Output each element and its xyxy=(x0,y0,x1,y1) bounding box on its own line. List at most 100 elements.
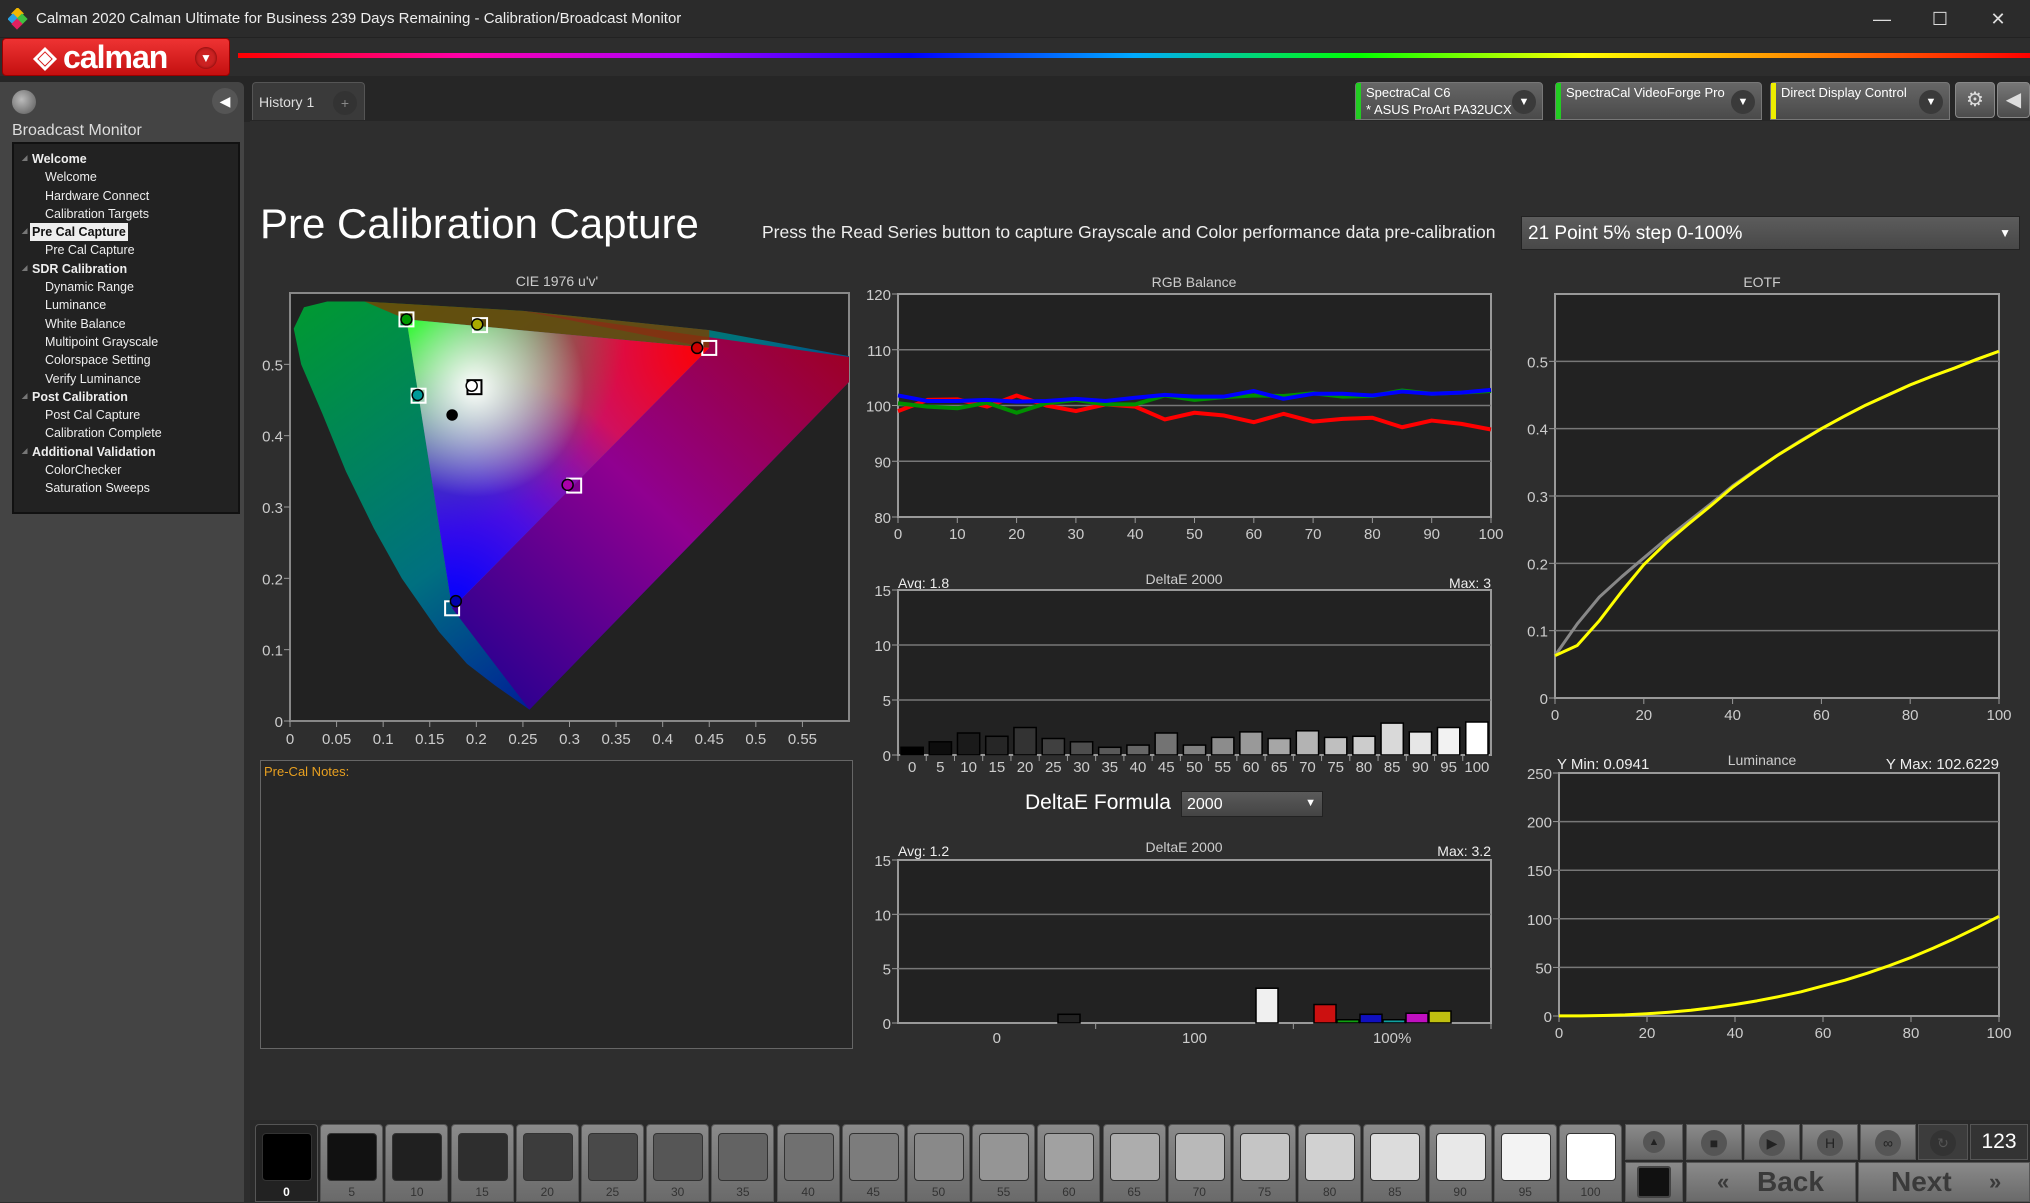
de2-avg: Avg: 1.2 xyxy=(898,843,949,859)
measured-point-magenta xyxy=(561,478,574,492)
cie-chart: CIE 1976 u'v' 0 0.1 0.2 0.3 0.4 0.5 0 0.05 0.1 0.… xyxy=(262,273,850,748)
back-button[interactable]: « Back xyxy=(1686,1162,1856,1202)
patch-button-65[interactable]: 65 xyxy=(1102,1124,1166,1202)
x-tick-label: 70 xyxy=(1299,759,1316,776)
patch-button-5[interactable]: 5 xyxy=(320,1124,384,1202)
patch-button-45[interactable]: 45 xyxy=(841,1124,905,1202)
x-tick-label: 60 xyxy=(1815,1025,1832,1042)
patch-button-15[interactable]: 15 xyxy=(450,1124,514,1202)
y-tick-label: 5 xyxy=(883,962,891,979)
patch-button-20[interactable]: 20 xyxy=(515,1124,579,1202)
x-tick-label: 80 xyxy=(1903,1025,1920,1042)
patch-button-90[interactable]: 90 xyxy=(1428,1124,1492,1202)
double-chevron-right-icon: » xyxy=(1989,1169,2002,1194)
numeric-entry-button[interactable]: 123 xyxy=(1970,1124,2028,1160)
continuous-read-button[interactable]: ∞ xyxy=(1860,1124,1916,1160)
arrow-up-icon: ▲ xyxy=(1643,1131,1665,1153)
patch-button-0[interactable]: 0 xyxy=(255,1124,318,1202)
patch-button-50[interactable]: 50 xyxy=(907,1124,970,1202)
x-tick-label: 30 xyxy=(1068,526,1085,543)
x-tick-label: 20 xyxy=(1639,1025,1656,1042)
x-tick-label: 95 xyxy=(1440,759,1457,776)
lum-title: Luminance xyxy=(1728,752,1797,768)
gray-swatch xyxy=(262,1133,312,1181)
deltae-bar-100 xyxy=(1465,721,1489,756)
infinity-icon: ∞ xyxy=(1875,1130,1901,1156)
y-tick-label: 0 xyxy=(275,714,283,731)
gray-swatch xyxy=(1109,1133,1160,1181)
patch-button-95[interactable]: 95 xyxy=(1493,1124,1557,1202)
x-tick-label: 0 xyxy=(286,731,294,748)
patch-label: 0 xyxy=(283,1185,290,1199)
deltae-bar-75 xyxy=(1323,736,1348,756)
y-tick-label: 0 xyxy=(883,748,891,765)
x-tick-label: 0.15 xyxy=(415,731,444,748)
x-tick-label: 0.35 xyxy=(601,731,630,748)
gray-swatch xyxy=(848,1133,899,1181)
patch-button-40[interactable]: 40 xyxy=(776,1124,840,1202)
patch-button-80[interactable]: 80 xyxy=(1298,1124,1362,1202)
stop-icon: ■ xyxy=(1701,1130,1727,1156)
patch-label: 20 xyxy=(540,1185,554,1199)
x-tick-label: 50 xyxy=(1186,759,1203,776)
y-tick-label: 0.1 xyxy=(1527,624,1548,641)
patch-button-55[interactable]: 55 xyxy=(972,1124,1036,1202)
hold-button[interactable]: H xyxy=(1802,1124,1858,1160)
gray-swatch xyxy=(718,1133,769,1181)
patch-label: 30 xyxy=(671,1185,685,1199)
charts-layer: CIE 1976 u'v' 0 0.1 0.2 0.3 0.4 0.5 0 0.05 0.1 0.… xyxy=(262,273,2011,1047)
de1-avg: Avg: 1.8 xyxy=(898,575,949,591)
next-button[interactable]: Next » xyxy=(1858,1162,2030,1202)
patch-button-35[interactable]: 35 xyxy=(711,1124,775,1202)
x-tick-label: 0 xyxy=(1551,707,1559,724)
patch-button-100[interactable]: 100 xyxy=(1559,1124,1622,1202)
patch-button-10[interactable]: 10 xyxy=(385,1124,449,1202)
refresh-button[interactable]: ↻ xyxy=(1918,1124,1968,1160)
patch-button-30[interactable]: 30 xyxy=(646,1124,710,1202)
y-tick-label: 0.5 xyxy=(262,357,283,374)
eotf-title: EOTF xyxy=(1743,274,1780,290)
plot-area xyxy=(1558,772,2000,1017)
black-swatch-icon xyxy=(1637,1166,1671,1198)
black-patch-button[interactable] xyxy=(1625,1162,1683,1202)
y-tick-label: 250 xyxy=(1527,766,1552,783)
deltae-bar-20 xyxy=(1013,726,1037,756)
y-tick-label: 50 xyxy=(1535,960,1552,977)
deltae-bar-red xyxy=(1313,1003,1337,1024)
deltae-bar-85 xyxy=(1380,722,1405,756)
read-series-button[interactable]: ▶ xyxy=(1744,1124,1800,1160)
patch-button-25[interactable]: 25 xyxy=(581,1124,644,1202)
x-tick-label: 0.2 xyxy=(466,731,487,748)
x-tick-label: 80 xyxy=(1364,526,1381,543)
deltae-bar-10 xyxy=(956,732,981,756)
patch-button-70[interactable]: 70 xyxy=(1167,1124,1231,1202)
x-tick-label: 5 xyxy=(936,759,944,776)
y-tick-label: 200 xyxy=(1527,815,1552,832)
patch-button-60[interactable]: 60 xyxy=(1037,1124,1101,1202)
plot-area xyxy=(897,859,1492,1024)
gray-swatch xyxy=(1044,1133,1095,1181)
x-tick-label: 100 xyxy=(1182,1030,1207,1047)
y-tick-label: 120 xyxy=(866,287,891,304)
x-tick-label: 0.4 xyxy=(652,731,673,748)
y-tick-label: 100 xyxy=(1527,912,1552,929)
patch-label: 10 xyxy=(410,1185,424,1199)
de1-max: Max: 3 xyxy=(1449,575,1491,591)
deltae-bar-60 xyxy=(1239,731,1263,756)
x-tick-label: 60 xyxy=(1243,759,1260,776)
stop-button[interactable]: ■ xyxy=(1686,1124,1742,1160)
y-tick-label: 0.3 xyxy=(262,500,283,517)
de2-title: DeltaE 2000 xyxy=(1145,839,1222,855)
x-tick-label: 45 xyxy=(1158,759,1175,776)
measured-point-black xyxy=(446,409,458,421)
up-button[interactable]: ▲ xyxy=(1625,1124,1683,1160)
deltae-bar-65 xyxy=(1267,737,1292,756)
patch-button-85[interactable]: 85 xyxy=(1363,1124,1427,1202)
deltae-bar-30 xyxy=(1069,741,1094,756)
patch-label: 15 xyxy=(475,1185,489,1199)
patch-button-75[interactable]: 75 xyxy=(1233,1124,1296,1202)
y-tick-label: 100 xyxy=(866,399,891,416)
x-tick-label: 100 xyxy=(1986,707,2011,724)
gray-swatch xyxy=(1370,1133,1421,1181)
gray-swatch xyxy=(914,1133,964,1181)
